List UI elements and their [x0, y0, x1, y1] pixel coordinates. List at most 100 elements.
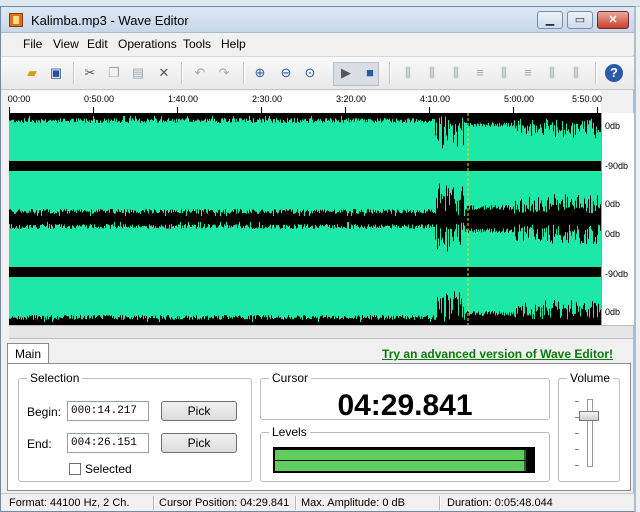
- db-label: 0db: [605, 307, 621, 317]
- menu-file[interactable]: File: [23, 37, 42, 51]
- delete-icon[interactable]: ✕: [155, 64, 173, 82]
- toolbar-separator: [73, 62, 75, 84]
- end-field[interactable]: 004:26.151: [67, 433, 149, 453]
- tick-label: 00:00: [7, 94, 31, 104]
- cut-icon[interactable]: ✂: [81, 64, 99, 82]
- begin-label: Begin:: [27, 405, 62, 419]
- zoom-out-icon[interactable]: ⊖: [277, 64, 295, 82]
- status-separator: [439, 496, 441, 510]
- pick-end-button[interactable]: Pick: [161, 433, 237, 453]
- help-icon[interactable]: ?: [605, 64, 623, 82]
- tab-main[interactable]: Main: [7, 343, 49, 364]
- volume-group: Volume: [558, 371, 620, 482]
- redo-icon[interactable]: ↷: [215, 64, 233, 82]
- tick-label: 1:40.00: [167, 94, 199, 104]
- save-icon[interactable]: ▣: [47, 64, 65, 82]
- window-title: Kalimba.mp3 - Wave Editor: [31, 13, 189, 28]
- selection-group: Selection Begin: 000:14.217 Pick End: 00…: [18, 371, 252, 482]
- normalize-icon[interactable]: ⫼: [423, 64, 441, 82]
- volume-tick: [575, 401, 579, 402]
- play-icon[interactable]: ▶: [337, 64, 355, 82]
- main-panel: Selection Begin: 000:14.217 Pick End: 00…: [7, 363, 631, 491]
- zoom-fit-icon[interactable]: ⊙: [301, 64, 319, 82]
- status-duration: Duration: 0:05:48.044: [447, 497, 553, 509]
- waveform-svg: [9, 113, 601, 325]
- fade-out-icon[interactable]: ≡: [471, 64, 489, 82]
- cursor-value: 04:29.841: [337, 389, 473, 422]
- tick-label: 3:20.00: [335, 94, 367, 104]
- tick-label: 2:30.00: [251, 94, 283, 104]
- menu-bar: File View Edit Operations Tools Help: [1, 33, 634, 55]
- toolbar-separator: [389, 62, 391, 84]
- close-button[interactable]: ✕: [597, 11, 629, 29]
- minimize-button[interactable]: ▁: [537, 11, 563, 29]
- reverse-icon[interactable]: ≡: [519, 64, 537, 82]
- menu-edit[interactable]: Edit: [87, 37, 108, 51]
- maximize-button[interactable]: ▭: [567, 11, 593, 29]
- timeline-ruler[interactable]: 00:00 0:50.00 1:40.00 2:30.00 3:20.00 4:…: [7, 91, 603, 114]
- tick-label: 5:50.00: [571, 94, 603, 104]
- menu-help[interactable]: Help: [221, 37, 246, 51]
- volume-tick: [575, 449, 579, 450]
- volume-title: Volume: [567, 371, 614, 385]
- end-label: End:: [27, 437, 52, 451]
- cursor-title: Cursor: [269, 371, 312, 385]
- level-bar-left: [275, 450, 526, 460]
- level-meter: [273, 447, 535, 473]
- db-label: -90db: [605, 161, 629, 171]
- db-label: 0db: [605, 121, 621, 131]
- toolbar-separator: [595, 62, 597, 84]
- app-window: Kalimba.mp3 - Wave Editor ▁ ▭ ✕ File Vie…: [0, 6, 636, 512]
- status-bar: Format: 44100 Hz, 2 Ch. Cursor Position:…: [1, 493, 634, 511]
- selected-checkbox[interactable]: [69, 463, 81, 475]
- status-separator: [295, 496, 297, 510]
- waveform-view[interactable]: [9, 113, 601, 325]
- menu-view[interactable]: View: [53, 37, 79, 51]
- tick-label: 4:10.00: [419, 94, 451, 104]
- toolbar-separator: [243, 62, 245, 84]
- horizontal-scrollbar[interactable]: [9, 325, 633, 339]
- maximize-icon: ▭: [574, 14, 586, 26]
- upgrade-link[interactable]: Try an advanced version of Wave Editor!: [382, 347, 613, 361]
- selection-title: Selection: [27, 371, 83, 385]
- tick-label: 0:50.00: [83, 94, 115, 104]
- stop-icon[interactable]: ■: [361, 64, 379, 82]
- db-label: -90db: [605, 269, 629, 279]
- menu-tools[interactable]: Tools: [183, 37, 211, 51]
- levels-title: Levels: [269, 425, 310, 439]
- cursor-group: Cursor 04:29.841: [260, 371, 550, 422]
- begin-field[interactable]: 000:14.217: [67, 401, 149, 421]
- close-icon: ✕: [608, 14, 618, 26]
- db-label: 0db: [605, 229, 621, 239]
- toolbar: ▰ ▣ ✂ ❐ ▤ ✕ ↶ ↷ ⊕ ⊖ ⊙ ▶ ■ ⫼ ⫼ ⫼ ≡ ⫼ ≡ ⫼ …: [1, 56, 634, 90]
- echo-icon[interactable]: ⫼: [567, 64, 585, 82]
- paste-icon[interactable]: ▤: [129, 64, 147, 82]
- amplify-icon[interactable]: ⫼: [399, 64, 417, 82]
- waveform-channel-right: [9, 222, 601, 322]
- levels-group: Levels: [260, 425, 550, 482]
- fade-in-icon[interactable]: ⫼: [447, 64, 465, 82]
- pick-begin-button[interactable]: Pick: [161, 401, 237, 421]
- volume-tick: [575, 465, 579, 466]
- menu-operations[interactable]: Operations: [118, 37, 177, 51]
- toolbar-separator: [181, 62, 183, 84]
- selected-label: Selected: [85, 462, 132, 476]
- copy-icon[interactable]: ❐: [105, 64, 123, 82]
- db-scale: 0db -90db 0db 0db -90db 0db: [601, 113, 634, 325]
- title-bar[interactable]: Kalimba.mp3 - Wave Editor ▁ ▭ ✕: [1, 7, 634, 33]
- volume-track[interactable]: [587, 399, 593, 467]
- waveform-channel-left: [9, 116, 601, 216]
- open-folder-icon[interactable]: ▰: [23, 64, 41, 82]
- undo-icon[interactable]: ↶: [191, 64, 209, 82]
- status-separator: [153, 496, 155, 510]
- silence-icon[interactable]: ⫼: [495, 64, 513, 82]
- invert-icon[interactable]: ⫼: [543, 64, 561, 82]
- volume-tick: [575, 433, 579, 434]
- status-max-amplitude: Max. Amplitude: 0 dB: [301, 497, 405, 509]
- zoom-in-icon[interactable]: ⊕: [251, 64, 269, 82]
- db-label: 0db: [605, 199, 621, 209]
- volume-slider-thumb[interactable]: [579, 411, 599, 421]
- status-format: Format: 44100 Hz, 2 Ch.: [9, 497, 130, 509]
- app-icon: [9, 13, 23, 27]
- tick-label: 5:00.00: [503, 94, 535, 104]
